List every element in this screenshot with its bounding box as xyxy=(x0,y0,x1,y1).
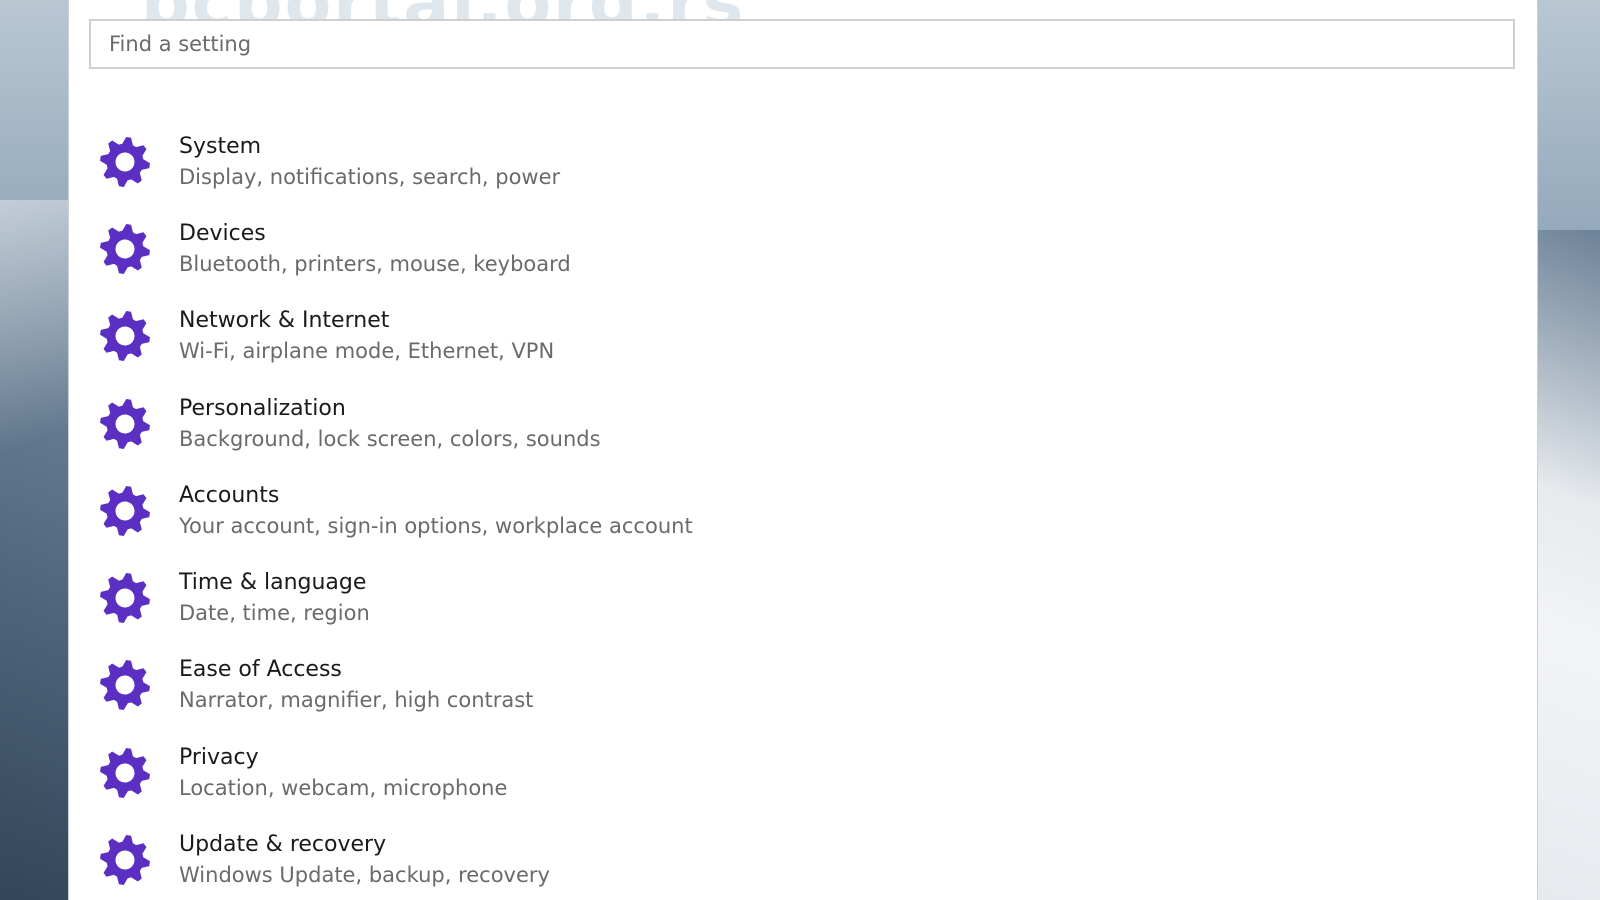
category-description: Narrator, magnifier, high contrast xyxy=(179,688,534,713)
gear-icon xyxy=(97,483,153,539)
category-title: Devices xyxy=(179,220,266,246)
wallpaper-right xyxy=(1530,230,1600,900)
settings-window: pcportal.org.rs System Display, notifica… xyxy=(68,0,1538,900)
category-text: Network & Internet Wi-Fi, airplane mode,… xyxy=(179,306,554,366)
category-description: Bluetooth, printers, mouse, keyboard xyxy=(179,251,571,276)
category-description: Your account, sign-in options, workplace… xyxy=(179,513,693,538)
category-time-language[interactable]: Time & language Date, time, region xyxy=(97,554,997,641)
search-input[interactable] xyxy=(91,21,1513,67)
category-system[interactable]: System Display, notifications, search, p… xyxy=(97,118,997,205)
category-title: System xyxy=(179,133,262,159)
gear-icon xyxy=(97,832,153,888)
category-title: Personalization xyxy=(179,395,346,421)
category-title: Privacy xyxy=(179,744,259,770)
category-ease-of-access[interactable]: Ease of Access Narrator, magnifier, high… xyxy=(97,642,997,729)
category-update-recovery[interactable]: Update & recovery Windows Update, backup… xyxy=(97,816,997,900)
category-description: Wi-Fi, airplane mode, Ethernet, VPN xyxy=(179,339,555,364)
category-text: Privacy Location, webcam, microphone xyxy=(179,743,507,803)
category-text: Personalization Background, lock screen,… xyxy=(179,394,601,454)
category-title: Update & recovery xyxy=(179,832,387,858)
category-description: Windows Update, backup, recovery xyxy=(179,863,550,888)
search-box[interactable] xyxy=(89,19,1515,69)
desktop-background: pcportal.org.rs System Display, notifica… xyxy=(0,0,1600,900)
category-description: Display, notifications, search, power xyxy=(179,164,561,189)
category-text: Devices Bluetooth, printers, mouse, keyb… xyxy=(179,219,571,279)
category-title: Ease of Access xyxy=(179,657,342,683)
gear-icon xyxy=(97,308,153,364)
gear-icon xyxy=(97,745,153,801)
category-title: Time & language xyxy=(179,570,367,596)
category-text: System Display, notifications, search, p… xyxy=(179,132,560,192)
category-title: Network & Internet xyxy=(179,308,390,334)
gear-icon xyxy=(97,657,153,713)
category-description: Date, time, region xyxy=(179,601,370,626)
gear-icon xyxy=(97,396,153,452)
category-accounts[interactable]: Accounts Your account, sign-in options, … xyxy=(97,467,997,554)
gear-icon xyxy=(97,570,153,626)
category-title: Accounts xyxy=(179,482,280,508)
category-privacy[interactable]: Privacy Location, webcam, microphone xyxy=(97,729,997,816)
category-personalization[interactable]: Personalization Background, lock screen,… xyxy=(97,380,997,467)
gear-icon xyxy=(97,221,153,277)
gear-icon xyxy=(97,134,153,190)
category-devices[interactable]: Devices Bluetooth, printers, mouse, keyb… xyxy=(97,205,997,292)
category-text: Update & recovery Windows Update, backup… xyxy=(179,830,550,890)
category-description: Background, lock screen, colors, sounds xyxy=(179,426,601,451)
category-text: Ease of Access Narrator, magnifier, high… xyxy=(179,655,533,715)
category-description: Location, webcam, microphone xyxy=(179,775,508,800)
category-text: Accounts Your account, sign-in options, … xyxy=(179,481,693,541)
settings-category-list: System Display, notifications, search, p… xyxy=(97,118,997,900)
category-network-internet[interactable]: Network & Internet Wi-Fi, airplane mode,… xyxy=(97,293,997,380)
category-text: Time & language Date, time, region xyxy=(179,568,370,628)
